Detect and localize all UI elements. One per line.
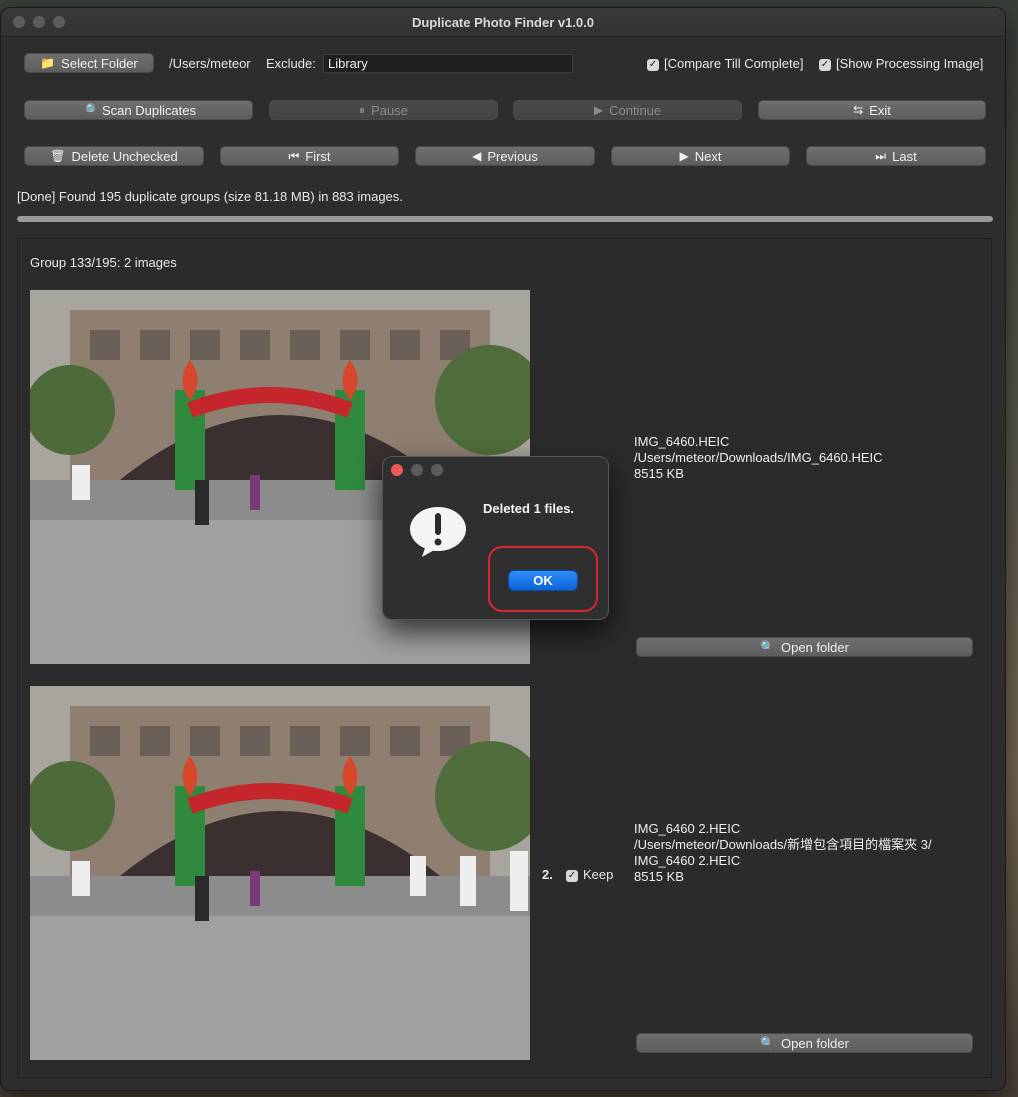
last-label: Last: [892, 148, 917, 164]
photo-2-index: 2.: [542, 867, 553, 882]
pause-label: Pause: [371, 102, 408, 118]
first-label: First: [305, 148, 331, 164]
pause-button[interactable]: ⏸ Pause: [269, 100, 498, 120]
photo-1-info: IMG_6460.HEIC /Users/meteor/Downloads/IM…: [634, 434, 883, 482]
next-label: Next: [694, 148, 722, 164]
trash-icon: 🗑: [50, 149, 66, 163]
title-bar: Duplicate Photo Finder v1.0.0: [1, 8, 1005, 37]
progress-bar: [17, 216, 993, 222]
dialog-message: Deleted 1 files.: [483, 501, 575, 516]
exit-label: Exit: [869, 102, 891, 118]
first-button[interactable]: ⏮ First: [220, 146, 399, 166]
photo-1-path: /Users/meteor/Downloads/IMG_6460.HEIC: [634, 450, 883, 465]
school-gate-photo: [30, 686, 530, 1060]
delete-unchecked-button[interactable]: 🗑 Delete Unchecked: [24, 146, 204, 166]
dialog-close-button[interactable]: [391, 464, 403, 476]
keep-checkbox[interactable]: ✓ Keep: [566, 867, 613, 882]
window-title: Duplicate Photo Finder v1.0.0: [411, 15, 595, 30]
pause-icon: ⏸: [359, 103, 366, 117]
alert-dialog: Deleted 1 files. OK: [382, 456, 609, 620]
magnifier-icon: 🔍: [760, 1036, 775, 1050]
open-folder-label: Open folder: [781, 639, 849, 655]
checkmark-icon: ✓: [647, 58, 659, 71]
exit-icon: ⇆: [853, 103, 864, 117]
play-icon: ▶: [593, 103, 604, 117]
progress-fill: [17, 216, 993, 222]
photo-2-path: /Users/meteor/Downloads/新增包含項目的檔案夾 3/ IM…: [634, 837, 932, 868]
photo-1-name: IMG_6460.HEIC: [634, 434, 730, 449]
last-button[interactable]: ⏭ Last: [806, 146, 986, 166]
status-text: [Done] Found 195 duplicate groups (size …: [17, 189, 403, 204]
open-folder-button[interactable]: 🔍 Open folder: [636, 637, 973, 657]
results-panel: Group 133/195: 2 images IMG_6460.HEIC /U…: [17, 238, 992, 1078]
first-icon: ⏮: [288, 149, 300, 163]
dialog-minimize-button[interactable]: [411, 464, 423, 476]
ok-button[interactable]: OK: [508, 570, 578, 591]
open-folder-button[interactable]: 🔍 Open folder: [636, 1033, 973, 1053]
continue-button[interactable]: ▶ Continue: [513, 100, 742, 120]
photo-thumbnail: [30, 686, 530, 1060]
photo-2-name: IMG_6460 2.HEIC: [634, 821, 741, 836]
photo-1-size: 8515 KB: [634, 466, 684, 481]
magnifier-icon: 🔎: [81, 103, 96, 117]
exclude-label: Exclude:: [266, 56, 316, 71]
alert-icon: [410, 507, 466, 557]
next-icon: ▶: [679, 149, 689, 163]
magnifier-icon: 🔍: [760, 640, 775, 654]
exit-button[interactable]: ⇆ Exit: [758, 100, 986, 120]
dialog-zoom-button[interactable]: [431, 464, 443, 476]
photo-2-size: 8515 KB: [634, 869, 684, 884]
delete-unchecked-label: Delete Unchecked: [71, 148, 178, 164]
compare-till-complete-label: [Compare Till Complete]: [664, 56, 804, 71]
scan-duplicates-button[interactable]: 🔎 Scan Duplicates: [24, 100, 253, 120]
photo-2-info: IMG_6460 2.HEIC /Users/meteor/Downloads/…: [634, 821, 932, 885]
compare-till-complete-checkbox[interactable]: ✓ [Compare Till Complete]: [647, 56, 803, 71]
previous-icon: ◀: [472, 149, 482, 163]
scan-duplicates-label: Scan Duplicates: [102, 102, 196, 118]
previous-button[interactable]: ◀ Previous: [415, 146, 595, 166]
show-processing-image-checkbox[interactable]: ✓ [Show Processing Image]: [819, 56, 983, 71]
folder-path: /Users/meteor: [169, 56, 251, 71]
previous-label: Previous: [487, 148, 538, 164]
continue-label: Continue: [609, 102, 662, 118]
show-processing-image-label: [Show Processing Image]: [836, 56, 984, 71]
keep-label: Keep: [583, 867, 614, 882]
select-folder-label: Select Folder: [61, 55, 138, 71]
checkmark-icon: ✓: [819, 58, 831, 71]
group-header: Group 133/195: 2 images: [30, 255, 177, 270]
last-icon: ⏭: [875, 149, 887, 163]
folder-icon: 📁: [40, 56, 56, 70]
exclude-input[interactable]: [323, 54, 573, 73]
next-button[interactable]: ▶ Next: [611, 146, 790, 166]
open-folder-label: Open folder: [781, 1035, 849, 1051]
checkmark-icon: ✓: [566, 869, 578, 882]
select-folder-button[interactable]: 📁 Select Folder: [24, 53, 154, 73]
